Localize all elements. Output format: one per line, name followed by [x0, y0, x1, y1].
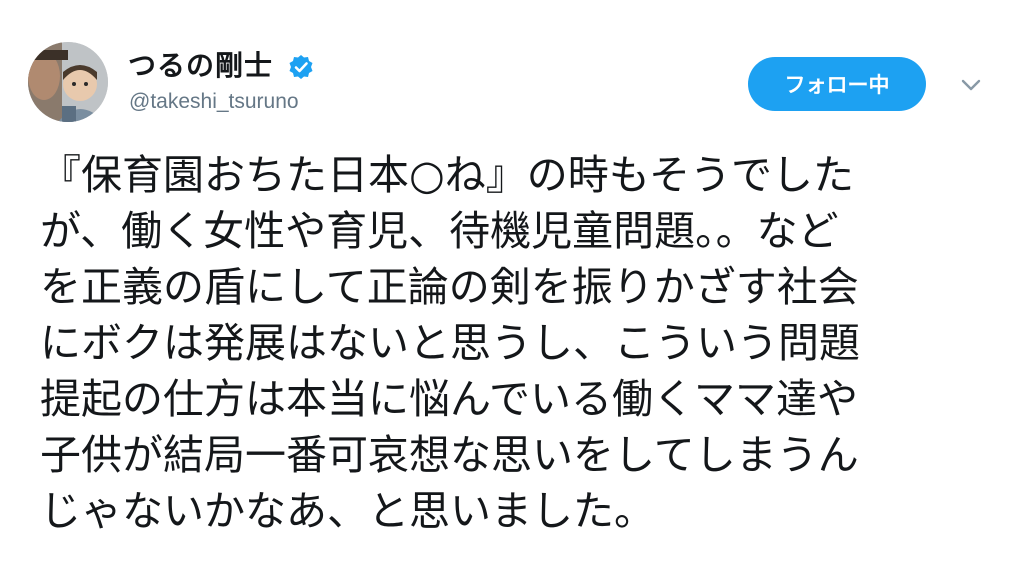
verified-badge-icon	[289, 55, 313, 79]
tweet-text: 『保育園おちた日本○ね』の時もそうでした が、働く女性や育児、待機児童問題。。な…	[40, 147, 1000, 539]
tweet-text-line: じゃないかなあ、と思いました。	[40, 487, 655, 535]
avatar-photo-icon	[28, 42, 108, 122]
author-handle[interactable]: @takeshi_tsuruno	[129, 88, 299, 116]
tweet-text-line: 『保育園おちた日本○ね』の時もそうでした	[40, 151, 854, 199]
tweet-text-line: 子供が結局一番可哀想な思いをしてしまうん	[40, 431, 859, 479]
tweet-text-line: が、働く女性や育児、待機児童問題。。など	[40, 207, 839, 255]
author-display-name[interactable]: つるの剛士	[128, 49, 273, 83]
tweet-text-line: 提起の仕方は本当に悩んでいる働くママ達や	[40, 375, 858, 423]
chevron-down-icon[interactable]	[958, 72, 984, 98]
tweet-card: つるの剛士 @takeshi_tsuruno フォロー中 『保育園おちた日本○ね…	[0, 0, 1024, 569]
avatar[interactable]	[28, 42, 108, 122]
following-button[interactable]: フォロー中	[748, 57, 926, 111]
tweet-text-line: にボクは発展はないと思うし、こういう問題	[40, 319, 860, 367]
tweet-text-line: を正義の盾にして正論の剣を振りかざす社会	[40, 263, 859, 311]
